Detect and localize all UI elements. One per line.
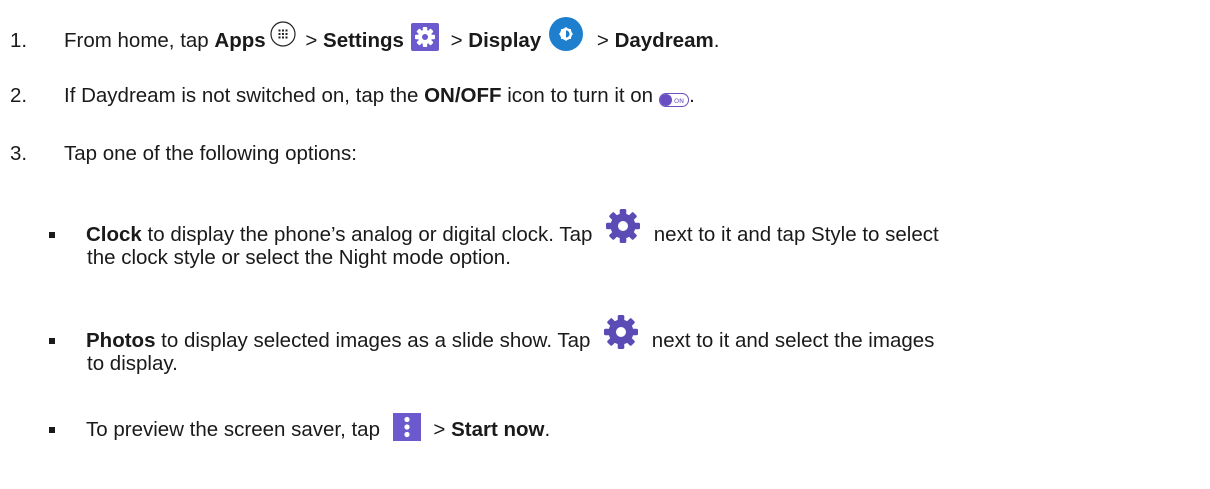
- apps-label: Apps: [214, 29, 266, 52]
- settings-label: Settings: [323, 29, 404, 52]
- more-options-icon: [392, 413, 421, 441]
- apps-grid-icon: [270, 21, 296, 47]
- step-text: Tap one of the following options:: [64, 142, 357, 165]
- period: .: [544, 418, 551, 441]
- display-label: Display: [468, 29, 542, 52]
- bullet-text: next to it and select the images: [646, 329, 935, 352]
- toggle-text: ON: [674, 97, 684, 105]
- gear-icon: [604, 207, 642, 245]
- bullet-clock-line2: the clock style or select the Night mode…: [87, 246, 511, 269]
- bullet-text: next to it and tap Style to select: [648, 223, 939, 246]
- step-1: 1. From home, tap Apps > Settings > Disp…: [10, 17, 720, 58]
- start-now-label: Start now: [451, 418, 545, 441]
- daydream-label: Daydream: [614, 29, 714, 52]
- separator: >: [444, 29, 469, 52]
- bullet-text: To preview the screen saver, tap: [86, 418, 386, 441]
- gear-icon: [602, 313, 640, 351]
- bullet-photos: Photos to display selected images as a s…: [47, 315, 935, 360]
- step-2: 2. If Daydream is not switched on, tap t…: [10, 84, 695, 108]
- step-number: 3.: [10, 142, 28, 165]
- step-text: icon to turn it on: [501, 84, 654, 107]
- settings-gear-icon: [410, 23, 439, 51]
- bullet-text: to display the phone’s analog or digital…: [141, 223, 599, 246]
- separator: >: [427, 418, 452, 441]
- separator: >: [299, 29, 324, 52]
- toggle-on-icon: ON: [659, 89, 690, 107]
- period: .: [713, 29, 720, 52]
- separator: >: [591, 29, 615, 52]
- bullet-preview: To preview the screen saver, tap > Start…: [47, 413, 551, 444]
- period: .: [689, 84, 695, 107]
- bullet-marker: [49, 232, 55, 238]
- bullet-photos-line2: to display.: [87, 352, 178, 375]
- step-number: 1.: [10, 29, 28, 52]
- photos-label: Photos: [86, 329, 156, 352]
- bullet-marker: [49, 427, 55, 433]
- onoff-label: ON/OFF: [424, 84, 502, 107]
- step-3: 3. Tap one of the following options:: [10, 142, 357, 166]
- bullet-marker: [49, 338, 55, 344]
- bullet-text: to display selected images as a slide sh…: [155, 329, 597, 352]
- display-brightness-icon: [549, 17, 584, 51]
- step-text: If Daydream is not switched on, tap the: [64, 84, 425, 107]
- clock-label: Clock: [86, 223, 142, 246]
- step-number: 2.: [10, 84, 28, 107]
- step-text: From home, tap: [64, 29, 215, 52]
